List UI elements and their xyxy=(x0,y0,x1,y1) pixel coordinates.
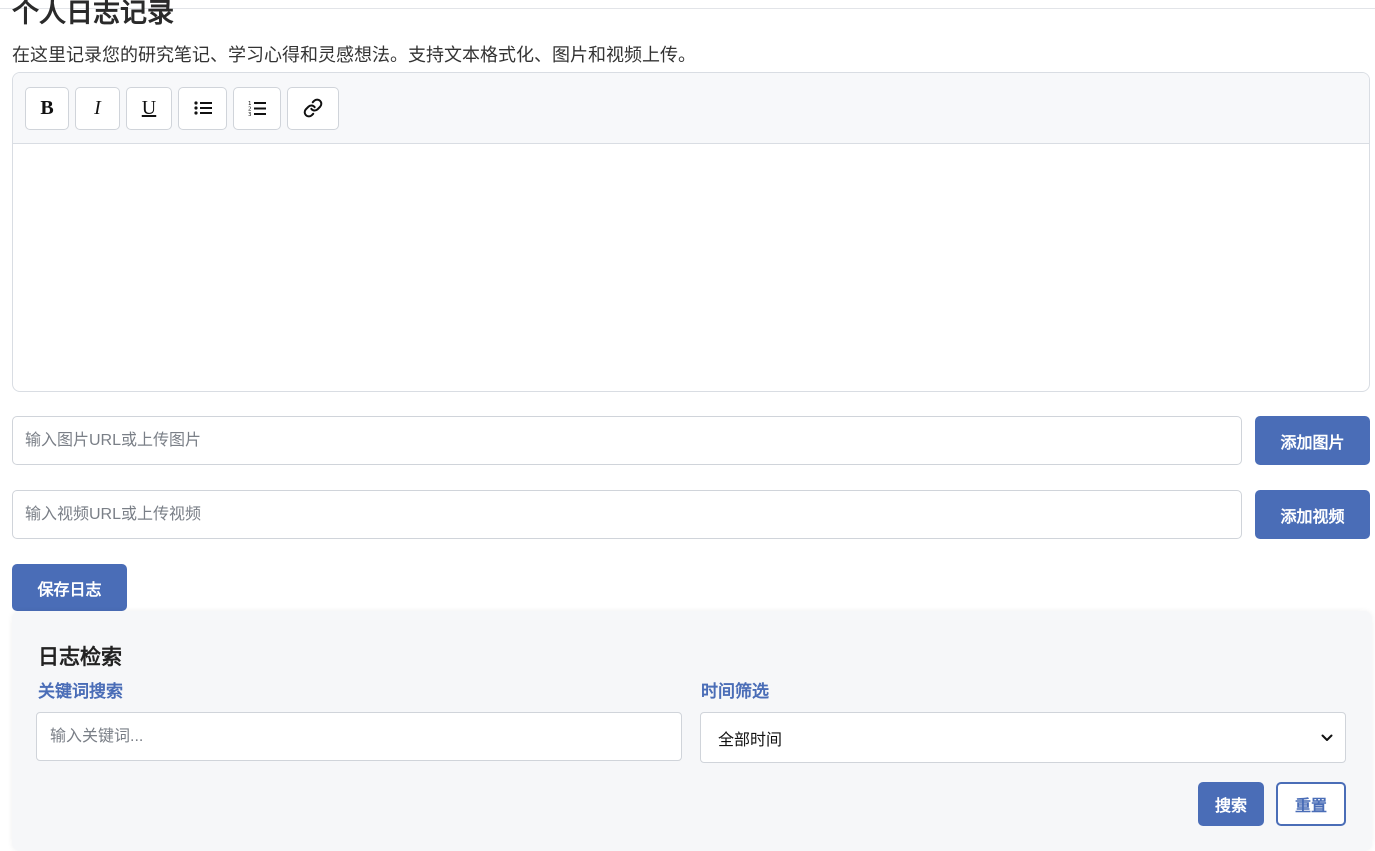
editor-toolbar: B I U 1 2 3 xyxy=(13,73,1369,144)
keyword-label: 关键词搜索 xyxy=(38,682,123,702)
numbered-list-button[interactable]: 1 2 3 xyxy=(233,86,281,130)
time-filter-label: 时间筛选 xyxy=(701,682,769,702)
add-image-button[interactable]: 添加图片 xyxy=(1255,416,1370,465)
editor-content-area[interactable] xyxy=(13,144,1369,391)
link-icon xyxy=(303,98,323,118)
bulleted-list-button[interactable] xyxy=(178,86,227,130)
page-title: 个人日志记录 xyxy=(12,0,174,29)
search-panel-title: 日志检索 xyxy=(38,645,122,669)
bold-button[interactable]: B xyxy=(25,86,69,130)
italic-button[interactable]: I xyxy=(75,86,120,130)
save-log-button[interactable]: 保存日志 xyxy=(12,564,127,611)
numbered-list-icon: 1 2 3 xyxy=(248,101,266,117)
insert-link-button[interactable] xyxy=(287,86,339,130)
bulleted-list-icon xyxy=(193,101,212,115)
image-url-input[interactable] xyxy=(12,416,1242,465)
keyword-search-input[interactable] xyxy=(36,712,682,761)
search-button[interactable]: 搜索 xyxy=(1198,782,1264,826)
chevron-down-icon xyxy=(1321,734,1333,741)
time-filter-select[interactable]: 全部时间 xyxy=(700,712,1346,763)
log-search-panel: 日志检索 关键词搜索 时间筛选 全部时间 搜索 重置 xyxy=(12,611,1372,851)
svg-text:3: 3 xyxy=(248,112,252,117)
video-url-input[interactable] xyxy=(12,490,1242,539)
underline-button[interactable]: U xyxy=(126,86,172,130)
page-subtitle: 在这里记录您的研究笔记、学习心得和灵感想法。支持文本格式化、图片和视频上传。 xyxy=(12,45,696,66)
time-filter-value: 全部时间 xyxy=(718,729,783,749)
add-video-button[interactable]: 添加视频 xyxy=(1255,490,1370,539)
reset-button[interactable]: 重置 xyxy=(1276,782,1346,826)
rich-text-editor: B I U 1 2 3 xyxy=(12,72,1370,392)
top-divider xyxy=(0,8,1375,9)
